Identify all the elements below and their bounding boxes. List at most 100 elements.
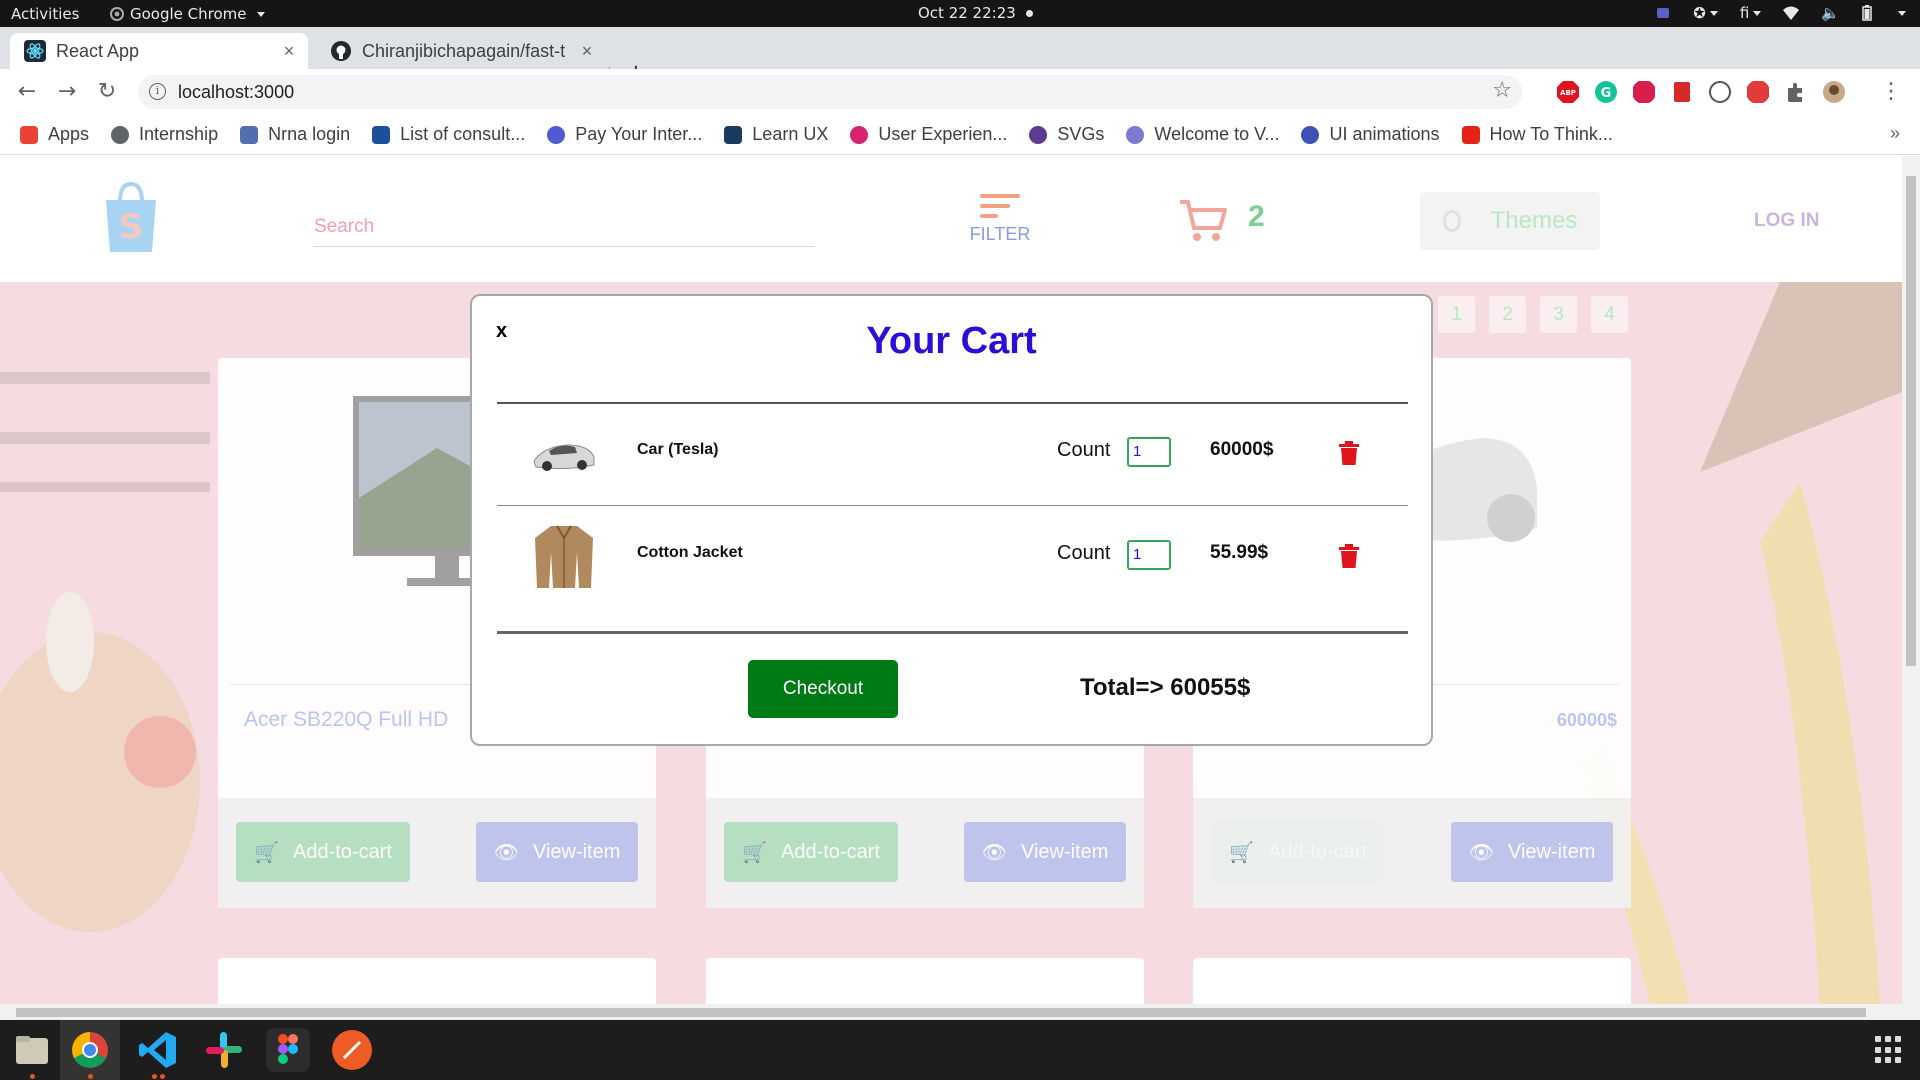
card-footer: 🛒 Add-to-cart 👁 View-item <box>706 798 1144 908</box>
filter-label: FILTER <box>969 224 1031 244</box>
product-price: 60000$ <box>1556 710 1617 730</box>
bookmark-list-of-consult[interactable]: List of consult... <box>372 124 525 145</box>
bookmark-label: Pay Your Inter... <box>575 124 703 144</box>
tab-react-app[interactable]: React App × <box>10 33 308 69</box>
url-text[interactable]: localhost:3000 <box>178 82 294 103</box>
theme-drop-icon <box>1442 210 1461 232</box>
cart-item-row: Car (Tesla) Count 1 60000$ <box>497 403 1408 503</box>
view-item-button[interactable]: 👁 View-item <box>1451 822 1613 882</box>
bookmark-internship[interactable]: Internship <box>111 124 218 145</box>
chevron-down-icon <box>256 11 265 17</box>
adblock-extension-icon[interactable]: ABP <box>1556 80 1580 104</box>
figma-icon[interactable] <box>266 1028 310 1072</box>
vscode-icon[interactable] <box>136 1028 180 1072</box>
welcome-icon <box>1126 125 1145 144</box>
chrome-menu-icon[interactable]: ⋮ <box>1880 79 1902 104</box>
page-button-4[interactable]: 4 <box>1591 296 1628 333</box>
trash-icon[interactable] <box>1339 544 1359 568</box>
scrollbar-thumb[interactable] <box>1906 176 1916 666</box>
themes-button[interactable]: Themes <box>1420 192 1600 250</box>
forward-button[interactable]: → <box>52 77 82 107</box>
bookmark-user-experien[interactable]: User Experien... <box>850 124 1007 145</box>
page-button-2[interactable]: 2 <box>1489 296 1526 333</box>
files-icon[interactable] <box>10 1028 54 1072</box>
battery-icon <box>1862 5 1872 21</box>
puzzle-extensions-icon[interactable] <box>1784 80 1808 104</box>
tab-github[interactable]: Chiranjibichapagain/fast-t × <box>316 33 606 69</box>
bookmark-label: Apps <box>48 124 90 144</box>
horizontal-scrollbar[interactable] <box>0 1004 1920 1020</box>
back-button[interactable]: ← <box>12 77 42 107</box>
cart-icon[interactable] <box>1178 196 1228 244</box>
bookmark-nrna-login[interactable]: Nrna login <box>240 124 350 145</box>
bookmark-star-icon[interactable]: ☆ <box>1492 78 1512 103</box>
quantity-input[interactable]: 1 <box>1127 437 1171 467</box>
slack-icon[interactable] <box>202 1028 246 1072</box>
learn-ux-icon <box>724 125 743 144</box>
grammarly-extension-icon[interactable]: G <box>1594 80 1618 104</box>
os-top-bar: Activities Google Chrome Oct 22 22:23 ✪ … <box>0 0 1920 27</box>
product-name[interactable]: Acer SB220Q Full HD <box>244 708 448 732</box>
color-picker-extension-icon[interactable] <box>1746 80 1770 104</box>
bookmark-how-to-think[interactable]: How To Think... <box>1461 124 1613 145</box>
mendeley-extension-icon[interactable] <box>1632 80 1656 104</box>
page-button-1[interactable]: 1 <box>1438 296 1475 333</box>
cart-plus-icon: 🛒 <box>742 841 767 864</box>
page-button-3[interactable]: 3 <box>1540 296 1577 333</box>
profile-avatar[interactable] <box>1822 80 1846 104</box>
address-bar[interactable]: i localhost:3000 ☆ <box>138 75 1522 109</box>
reload-button[interactable]: ↻ <box>92 77 122 107</box>
button-label: View-item <box>1507 840 1596 863</box>
eye-icon: 👁 <box>981 841 1007 864</box>
postman-icon[interactable] <box>330 1028 374 1072</box>
info-icon[interactable]: i <box>149 83 166 100</box>
svg-text:S: S <box>119 207 144 247</box>
bookmark-svgs[interactable]: SVGs <box>1029 124 1104 145</box>
accessibility-icon: ✪ <box>1693 4 1718 22</box>
tab-close-icon[interactable]: × <box>276 41 302 62</box>
book-extension-icon[interactable] <box>1670 80 1694 104</box>
trash-icon[interactable] <box>1339 441 1359 465</box>
quantity-input[interactable]: 1 <box>1127 540 1171 570</box>
cart-item-name: Cotton Jacket <box>637 544 743 561</box>
summary-divider <box>497 631 1408 634</box>
view-item-button[interactable]: 👁 View-item <box>964 822 1126 882</box>
shop-logo[interactable]: S <box>100 180 162 252</box>
filter-button[interactable]: FILTER <box>960 194 1040 245</box>
clock[interactable]: Oct 22 22:23 <box>918 4 1033 22</box>
login-button[interactable]: LOG IN <box>1754 210 1819 232</box>
view-item-button[interactable]: 👁 View-item <box>476 822 638 882</box>
bookmarks-overflow-button[interactable]: » <box>1890 123 1900 144</box>
app-grid-icon[interactable] <box>1875 1036 1903 1064</box>
bookmark-label: Welcome to V... <box>1154 124 1280 144</box>
search-input[interactable]: Search <box>314 216 814 247</box>
eye-icon: 👁 <box>493 841 519 864</box>
cart-count-badge: 2 <box>1248 200 1265 233</box>
system-tray[interactable]: ✪ fi 🔈 <box>1655 4 1906 22</box>
vertical-scrollbar[interactable] <box>1902 156 1920 1004</box>
app-menu[interactable]: Google Chrome <box>110 5 265 23</box>
code-extension-icon[interactable] <box>1708 80 1732 104</box>
keyboard-layout: fi <box>1740 4 1762 22</box>
youtube-icon <box>1461 125 1480 144</box>
bookmark-label: UI animations <box>1329 124 1440 144</box>
add-to-cart-button[interactable]: 🛒 Add-to-cart <box>1211 822 1385 882</box>
bookmark-apps[interactable]: Apps <box>20 124 89 145</box>
checkout-button[interactable]: Checkout <box>748 660 898 718</box>
bookmark-ui-animations[interactable]: UI animations <box>1301 124 1440 145</box>
bookmark-learn-ux[interactable]: Learn UX <box>724 124 828 145</box>
bookmark-welcome-to-v[interactable]: Welcome to V... <box>1126 124 1279 145</box>
bookmark-pay-your-inter[interactable]: Pay Your Inter... <box>547 124 702 145</box>
count-label: Count <box>1057 542 1111 564</box>
page-viewport: S Search FILTER 2 Themes LOG IN 1 2 3 4 <box>0 156 1902 1004</box>
bookmark-label: Internship <box>139 124 219 144</box>
modal-title: Your Cart <box>866 320 1037 362</box>
chrome-icon[interactable] <box>68 1028 112 1072</box>
add-to-cart-button[interactable]: 🛒 Add-to-cart <box>236 822 410 882</box>
add-to-cart-button[interactable]: 🛒 Add-to-cart <box>724 822 898 882</box>
scrollbar-thumb[interactable] <box>16 1008 1866 1017</box>
tab-close-icon[interactable]: × <box>574 41 600 62</box>
activities-button[interactable]: Activities <box>11 5 79 23</box>
notification-dot-icon <box>1025 10 1033 17</box>
themes-label: Themes <box>1490 207 1578 234</box>
